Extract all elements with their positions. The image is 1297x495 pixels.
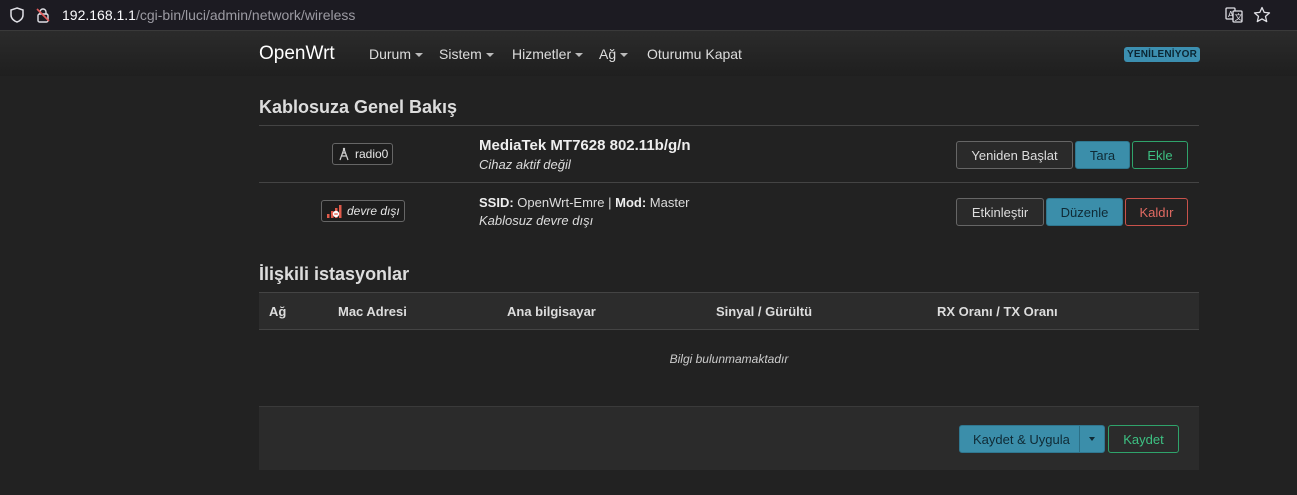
ssid-line: SSID: OpenWrt-Emre | Mod: Master <box>479 195 690 210</box>
bookmark-star-icon[interactable] <box>1252 5 1272 25</box>
caret-down-icon <box>575 53 584 58</box>
caret-down-icon <box>485 53 494 58</box>
insecure-lock-icon[interactable] <box>34 6 52 24</box>
empty-table-message: Bilgi bulunmamaktadır <box>669 352 789 366</box>
caret-down-icon <box>1089 437 1095 441</box>
mode-value: Master <box>649 195 690 210</box>
radio-device-label: radio0 <box>355 147 389 161</box>
ssid-key: SSID: <box>479 195 514 210</box>
network-state-label: devre dışı <box>347 204 400 218</box>
refreshing-badge: YENİLENİYOR <box>1124 47 1200 62</box>
enable-button[interactable]: Etkinleştir <box>956 198 1044 226</box>
top-navbar: OpenWrt Durum Sistem Hizmetler Ağ Oturum… <box>0 30 1297 76</box>
col-signal-noise: Sinyal / Gürültü <box>716 304 813 319</box>
browser-address-bar: 192.168.1.1/cgi-bin/luci/admin/network/w… <box>0 0 1297 30</box>
device-status: Cihaz aktif değil <box>479 157 571 172</box>
save-apply-label: Kaydet & Uygula <box>973 431 1070 447</box>
col-rx-tx-rate: RX Oranı / TX Oranı <box>937 304 1058 319</box>
nav-durum-label: Durum <box>369 46 412 62</box>
url-path: /cgi-bin/luci/admin/network/wireless <box>135 7 356 23</box>
antenna-icon <box>337 147 351 161</box>
page-actions-footer: Kaydet & Uygula Kaydet <box>259 406 1199 470</box>
col-host: Ana bilgisayar <box>507 304 596 319</box>
device-name: MediaTek MT7628 802.11b/g/n <box>479 137 691 154</box>
nav-ag-label: Ağ <box>599 46 617 62</box>
url-host: 192.168.1.1 <box>62 7 136 23</box>
shield-icon[interactable] <box>8 6 26 24</box>
nav-logout[interactable]: Oturumu Kapat <box>647 46 742 62</box>
radio-device-tag: radio0 <box>332 143 394 165</box>
restart-button[interactable]: Yeniden Başlat <box>956 141 1073 169</box>
network-state-tag: devre dışı <box>321 200 405 222</box>
translate-icon[interactable]: A文 <box>1224 5 1244 25</box>
caret-down-icon <box>415 53 424 58</box>
remove-button[interactable]: Kaldır <box>1125 198 1188 226</box>
svg-text:文: 文 <box>1235 12 1243 22</box>
divider <box>259 182 1199 183</box>
ssid-value: OpenWrt-Emre <box>517 195 605 210</box>
nav-hizmetler[interactable]: Hizmetler <box>512 46 584 62</box>
wireless-overview-title: Kablosuza Genel Bakış <box>259 97 458 117</box>
network-status: Kablosuz devre dışı <box>479 213 594 228</box>
signal-disabled-icon <box>326 204 342 218</box>
save-apply-dropdown-toggle[interactable] <box>1079 426 1104 452</box>
add-network-button[interactable]: Ekle <box>1132 141 1188 169</box>
caret-down-icon <box>620 53 629 58</box>
col-network: Ağ <box>269 304 287 319</box>
nav-hizmetler-label: Hizmetler <box>512 46 572 62</box>
save-button[interactable]: Kaydet <box>1108 425 1179 453</box>
brand-logo[interactable]: OpenWrt <box>259 43 335 65</box>
edit-button[interactable]: Düzenle <box>1046 198 1123 226</box>
associated-stations-title: İlişkili istasyonlar <box>259 264 410 284</box>
mode-key: Mod: <box>615 195 647 210</box>
divider <box>259 125 1199 126</box>
scan-button[interactable]: Tara <box>1075 141 1130 169</box>
url-field[interactable]: 192.168.1.1/cgi-bin/luci/admin/network/w… <box>62 7 355 23</box>
stations-table-header: Ağ Mac Adresi Ana bilgisayar Sinyal / Gü… <box>259 292 1199 330</box>
nav-sistem-label: Sistem <box>439 46 482 62</box>
separator: | <box>608 195 612 210</box>
nav-durum[interactable]: Durum <box>369 46 424 62</box>
nav-ag[interactable]: Ağ <box>599 46 629 62</box>
col-mac-address: Mac Adresi <box>338 304 407 319</box>
nav-sistem[interactable]: Sistem <box>439 46 494 62</box>
save-apply-button[interactable]: Kaydet & Uygula <box>959 425 1105 453</box>
